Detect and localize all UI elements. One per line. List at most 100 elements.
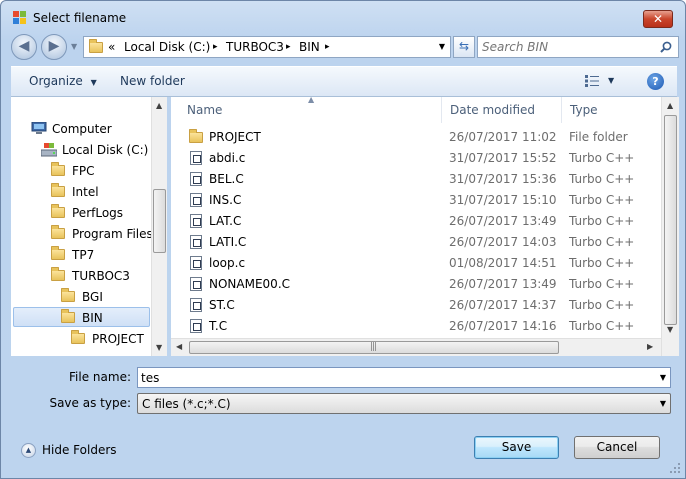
file-date: 26/07/2017 14:03 <box>449 235 557 249</box>
nav-item-program-files[interactable]: Program Files <box>51 224 161 244</box>
back-button[interactable]: ◀ <box>11 34 37 60</box>
nav-item-computer[interactable]: Computer <box>31 119 151 139</box>
disk-icon <box>41 143 57 157</box>
file-row[interactable]: LATI.C 26/07/2017 14:03 Turbo C++ <box>171 232 661 253</box>
search-icon[interactable] <box>660 41 672 53</box>
c-file-icon <box>190 319 202 333</box>
help-icon[interactable]: ? <box>647 73 664 90</box>
file-name: ST.C <box>209 298 235 312</box>
file-type: Turbo C++ <box>569 193 635 207</box>
file-row[interactable]: loop.c 01/08/2017 14:51 Turbo C++ <box>171 253 661 274</box>
save-as-type-value: C files (*.c;*.C) <box>142 397 231 411</box>
file-type: Turbo C++ <box>569 319 635 333</box>
breadcrumb-local-disk[interactable]: Local Disk (C:) <box>124 40 210 54</box>
file-name-input[interactable] <box>141 370 641 385</box>
close-button[interactable]: ✕ <box>643 10 673 28</box>
file-date: 26/07/2017 14:37 <box>449 298 557 312</box>
column-header-date[interactable]: Date modified <box>442 97 562 123</box>
scrollbar-thumb[interactable] <box>153 189 166 253</box>
file-date: 26/07/2017 14:16 <box>449 319 557 333</box>
scrollbar-thumb[interactable]: ||| <box>189 341 559 354</box>
breadcrumb-separator-icon[interactable]: ▸ <box>286 42 291 52</box>
nav-item-tp7[interactable]: TP7 <box>51 245 151 265</box>
nav-item-local-disk[interactable]: Local Disk (C:) <box>41 140 153 160</box>
views-dropdown-icon[interactable]: ▼ <box>608 76 614 85</box>
organize-menu[interactable]: Organize ▼ <box>29 74 97 88</box>
scrollbar-thumb[interactable] <box>664 115 677 325</box>
nav-item-bgi[interactable]: BGI <box>61 287 151 307</box>
file-name: PROJECT <box>209 130 261 144</box>
nav-item-label: Program Files <box>72 227 153 241</box>
nav-item-label: BIN <box>82 311 103 325</box>
file-row[interactable]: T.C 26/07/2017 14:16 Turbo C++ <box>171 316 661 337</box>
scroll-left-icon[interactable]: ◀ <box>176 342 182 351</box>
navigation-scrollbar[interactable]: ▲ ▼ <box>151 97 167 356</box>
scroll-right-icon[interactable]: ▶ <box>647 342 653 351</box>
resize-grip-icon[interactable] <box>669 462 681 474</box>
nav-item-perflogs[interactable]: PerfLogs <box>51 203 151 223</box>
breadcrumb-turboc3[interactable]: TURBOC3 <box>226 40 284 54</box>
file-row[interactable]: BEL.C 31/07/2017 15:36 Turbo C++ <box>171 169 661 190</box>
file-row-project[interactable]: PROJECT 26/07/2017 11:02 File folder <box>171 127 661 148</box>
file-type: Turbo C++ <box>569 277 635 291</box>
new-folder-button[interactable]: New folder <box>120 74 185 88</box>
file-name-label: File name: <box>69 370 131 384</box>
file-name: INS.C <box>209 193 242 207</box>
file-name-combobox[interactable]: ▼ <box>137 367 671 388</box>
computer-icon <box>31 122 47 134</box>
folder-icon <box>189 129 203 143</box>
scroll-up-icon[interactable]: ▲ <box>156 101 162 110</box>
save-button[interactable]: Save <box>474 436 559 459</box>
breadcrumb-separator-icon[interactable]: ▸ <box>213 42 218 52</box>
recent-locations-dropdown[interactable]: ▼ <box>71 42 77 51</box>
forward-button[interactable]: ▶ <box>41 34 67 60</box>
address-bar[interactable]: « Local Disk (C:) ▸ TURBOC3 ▸ BIN ▸ ▼ <box>83 36 451 58</box>
file-row[interactable]: NONAME00.C 26/07/2017 13:49 Turbo C++ <box>171 274 661 295</box>
nav-item-label: PROJECT <box>92 332 144 346</box>
nav-item-label: Local Disk (C:) <box>62 143 149 157</box>
column-header-name[interactable]: ▲ Name <box>171 97 442 123</box>
nav-item-fpc[interactable]: FPC <box>51 161 151 181</box>
nav-item-label: TURBOC3 <box>72 269 130 283</box>
nav-item-bin[interactable]: BIN <box>13 307 150 327</box>
scroll-up-icon[interactable]: ▲ <box>667 101 673 110</box>
file-date: 26/07/2017 11:02 <box>449 130 557 144</box>
chevron-down-icon[interactable]: ▼ <box>660 399 666 408</box>
scroll-down-icon[interactable]: ▼ <box>667 325 673 334</box>
navigation-pane: Computer Local Disk (C:) FPC Intel PerfL… <box>11 97 167 356</box>
file-name: BEL.C <box>209 172 244 186</box>
refresh-button[interactable]: ⇆ <box>453 36 475 58</box>
file-name: abdi.c <box>209 151 246 165</box>
file-row[interactable]: ST.C 26/07/2017 14:37 Turbo C++ <box>171 295 661 316</box>
search-input[interactable] <box>482 39 652 55</box>
sort-ascending-icon: ▲ <box>308 97 315 104</box>
cancel-button[interactable]: Cancel <box>574 436 660 459</box>
file-row[interactable]: INS.C 31/07/2017 15:10 Turbo C++ <box>171 190 661 211</box>
nav-item-label: PerfLogs <box>72 206 124 220</box>
file-row[interactable]: abdi.c 31/07/2017 15:52 Turbo C++ <box>171 148 661 169</box>
file-list-vertical-scrollbar[interactable]: ▲ ▼ <box>661 97 679 356</box>
file-name: NONAME00.C <box>209 277 291 291</box>
address-dropdown-icon[interactable]: ▼ <box>439 42 445 51</box>
c-file-icon <box>190 193 202 207</box>
file-list-horizontal-scrollbar[interactable]: ◀ ||| ▶ <box>171 338 661 356</box>
save-dialog: Select filename ✕ ◀ ▶ ▼ « Local Disk (C:… <box>0 0 686 479</box>
views-icon[interactable] <box>585 75 599 87</box>
breadcrumb-bin[interactable]: BIN <box>299 40 320 54</box>
nav-item-turboc3[interactable]: TURBOC3 <box>51 266 151 286</box>
breadcrumb-overflow[interactable]: « <box>108 40 115 54</box>
nav-item-label: Computer <box>52 122 112 136</box>
file-row[interactable]: LAT.C 26/07/2017 13:49 Turbo C++ <box>171 211 661 232</box>
breadcrumb-separator-icon[interactable]: ▸ <box>325 42 330 52</box>
c-file-icon <box>190 235 202 249</box>
search-box[interactable] <box>477 36 679 58</box>
chevron-down-icon[interactable]: ▼ <box>660 373 666 382</box>
file-name: T.C <box>209 319 228 333</box>
nav-item-project[interactable]: PROJECT <box>71 329 161 349</box>
address-row: ◀ ▶ ▼ « Local Disk (C:) ▸ TURBOC3 ▸ BIN … <box>11 34 679 60</box>
nav-item-label: Intel <box>72 185 99 199</box>
save-as-type-select[interactable]: C files (*.c;*.C) ▼ <box>137 393 671 414</box>
folder-icon <box>51 183 65 197</box>
scroll-down-icon[interactable]: ▼ <box>156 343 162 352</box>
nav-item-intel[interactable]: Intel <box>51 182 151 202</box>
